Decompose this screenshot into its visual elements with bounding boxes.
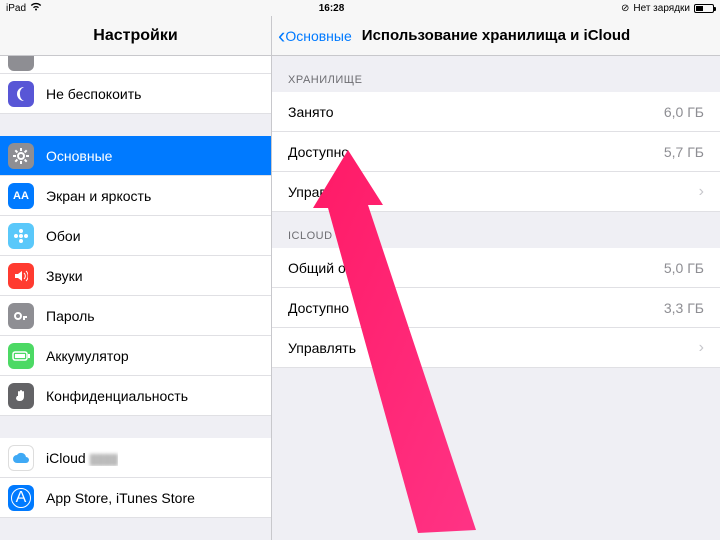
charge-label: Нет зарядки <box>633 3 690 14</box>
detail-header: ‹ Основные Использование хранилища и iCl… <box>272 16 720 56</box>
flower-icon <box>8 223 34 249</box>
sidebar-item-основные[interactable]: Основные <box>0 136 271 176</box>
row-value: 5,7 ГБ <box>664 144 704 160</box>
battery-icon <box>8 343 34 369</box>
wifi-icon <box>30 2 42 14</box>
back-button[interactable]: ‹ Основные <box>278 28 352 44</box>
status-bar: iPad 16:28 ⊘ Нет зарядки <box>0 0 720 16</box>
row-label: Доступно <box>288 300 664 316</box>
detail-row-доступно[interactable]: Доступно3,3 ГБ <box>272 288 720 328</box>
sidebar-item-конфиденциальность[interactable]: Конфиденциальность <box>0 376 271 416</box>
sidebar-item-label: Основные <box>46 148 112 164</box>
section-header: ХРАНИЛИЩЕ <box>272 56 720 92</box>
sidebar-item-аккумулятор[interactable]: Аккумулятор <box>0 336 271 376</box>
sidebar-item-truncated[interactable] <box>0 56 271 74</box>
sidebar-item-label: Аккумулятор <box>46 348 129 364</box>
speaker-icon <box>8 263 34 289</box>
settings-sidebar: Настройки Не беспокоить Основные AA Экран и… <box>0 16 272 540</box>
cloud-icon <box>8 445 34 471</box>
sidebar-item-не-беспокоить[interactable]: Не беспокоить <box>0 74 271 114</box>
detail-row-управлять[interactable]: Управлять › <box>272 172 720 212</box>
sidebar-item-label: Обои <box>46 228 81 244</box>
row-value: 6,0 ГБ <box>664 104 704 120</box>
row-label: Управлять <box>288 340 693 356</box>
row-label: Управлять <box>288 184 693 200</box>
sidebar-item-label: Звуки <box>46 268 83 284</box>
device-label: iPad <box>6 3 26 14</box>
row-value: 3,3 ГБ <box>664 300 704 316</box>
AA-icon: AA <box>8 183 34 209</box>
sidebar-item-звуки[interactable]: Звуки <box>0 256 271 296</box>
sidebar-title: Настройки <box>0 16 271 56</box>
sidebar-item-обои[interactable]: Обои <box>0 216 271 256</box>
row-label: Доступно <box>288 144 664 160</box>
row-label: Занято <box>288 104 664 120</box>
sidebar-item-пароль[interactable]: Пароль <box>0 296 271 336</box>
sidebar-item-icloud[interactable]: iCloud████ <box>0 438 271 478</box>
clock: 16:28 <box>319 3 345 14</box>
chevron-right-icon: › <box>699 183 704 201</box>
gear-icon <box>8 143 34 169</box>
charge-icon: ⊘ <box>621 3 629 14</box>
sidebar-item-label: Не беспокоить <box>46 86 141 102</box>
battery-icon <box>694 4 714 13</box>
A-icon: A <box>8 485 34 511</box>
detail-pane: ‹ Основные Использование хранилища и iCl… <box>272 16 720 540</box>
detail-row-занято[interactable]: Занято6,0 ГБ <box>272 92 720 132</box>
hand-icon <box>8 383 34 409</box>
sidebar-item-экран-и-яркость[interactable]: AA Экран и яркость <box>0 176 271 216</box>
sidebar-item-label: App Store, iTunes Store <box>46 490 195 506</box>
sidebar-item-label: Экран и яркость <box>46 188 151 204</box>
key-icon <box>8 303 34 329</box>
detail-row-управлять[interactable]: Управлять › <box>272 328 720 368</box>
detail-row-доступно[interactable]: Доступно5,7 ГБ <box>272 132 720 172</box>
row-value: 5,0 ГБ <box>664 260 704 276</box>
detail-row-общий-объем[interactable]: Общий объем5,0 ГБ <box>272 248 720 288</box>
row-label: Общий объем <box>288 260 664 276</box>
sidebar-item-app-store-itunes-store[interactable]: A App Store, iTunes Store <box>0 478 271 518</box>
back-label: Основные <box>285 28 351 44</box>
sidebar-item-label: Пароль <box>46 308 95 324</box>
sidebar-item-label: iCloud████ <box>46 450 118 466</box>
moon-icon <box>8 81 34 107</box>
chevron-right-icon: › <box>699 339 704 357</box>
section-header: ICLOUD <box>272 212 720 248</box>
chevron-left-icon: ‹ <box>278 29 285 43</box>
sidebar-item-label: Конфиденциальность <box>46 388 188 404</box>
